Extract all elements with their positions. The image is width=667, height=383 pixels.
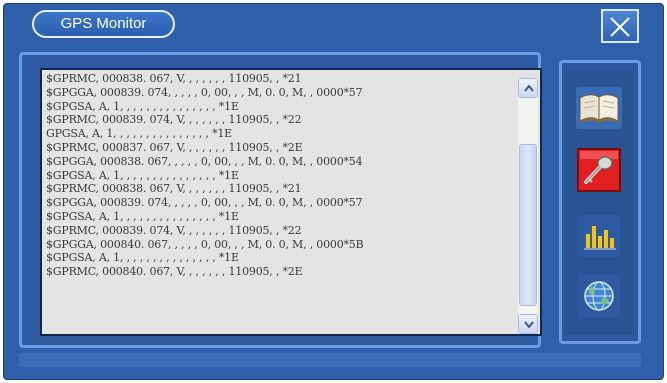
log-line: $GPGGA, 000839. 074, , , , , 0, 00, , , … [46, 196, 363, 210]
scroll-thumb[interactable] [519, 144, 537, 306]
globe-button[interactable] [574, 272, 624, 320]
log-line: $GPGGA, 000839. 074, , , , , 0, 00, , , … [46, 85, 363, 99]
log-line: $GPRMC, 000838. 067, V, , , , , , , 1109… [46, 72, 302, 85]
book-button[interactable] [574, 84, 624, 132]
close-button[interactable] [601, 9, 639, 43]
close-x-icon [610, 17, 630, 37]
log-line: $GPGGA, 000840. 067, , , , , 0, 00, , , … [46, 237, 364, 251]
log-line: $GPGGA, 000838. 067, , , , , 0, 00, , , … [46, 154, 363, 168]
log-line: $GPGSA, A, 1, , , , , , , , , , , , , , … [46, 251, 239, 265]
log-line: $GPRMC, 000837. 067, V, , , , , , , 1109… [46, 140, 303, 154]
log-line: $GPRMC, 000839. 074, V, , , , , , , 1109… [46, 113, 302, 127]
book-icon [576, 87, 622, 129]
log-line: $GPRMC, 000839. 074, V, , , , , , , 1109… [46, 223, 302, 237]
log-line: $GPGSA, A, 1, , , , , , , , , , , , , , … [46, 168, 239, 182]
window-title: GPS Monitor [32, 10, 175, 38]
log-line: $GPGSA, A, 1, , , , , , , , , , , , , , … [46, 209, 239, 223]
log-line: GPGSA, A, 1, , , , , , , , , , , , , , ,… [46, 127, 233, 141]
chevron-up-icon [524, 85, 534, 92]
status-band [19, 353, 641, 367]
nmea-log-panel[interactable]: $GPRMC, 000838. 067, V, , , , , , , 1109… [40, 68, 542, 336]
log-scrollbar[interactable] [518, 78, 538, 334]
scroll-up-button[interactable] [518, 78, 538, 98]
key-button[interactable] [574, 146, 624, 194]
log-line: $GPRMC, 000838. 067, V, , , , , , , 1109… [46, 182, 302, 196]
log-line: $GPGSA, A, 1, , , , , , , , , , , , , , … [46, 99, 239, 113]
chevron-down-icon [524, 321, 534, 328]
globe-icon [578, 275, 620, 317]
nmea-log-text: $GPRMC, 000838. 067, V, , , , , , , 1109… [46, 72, 512, 279]
key-icon [577, 148, 621, 192]
bar-chart-icon [578, 215, 620, 257]
chart-button[interactable] [574, 212, 624, 260]
scroll-down-button[interactable] [518, 314, 538, 334]
log-line: $GPRMC, 000840. 067, V, , , , , , , 1109… [46, 265, 303, 279]
